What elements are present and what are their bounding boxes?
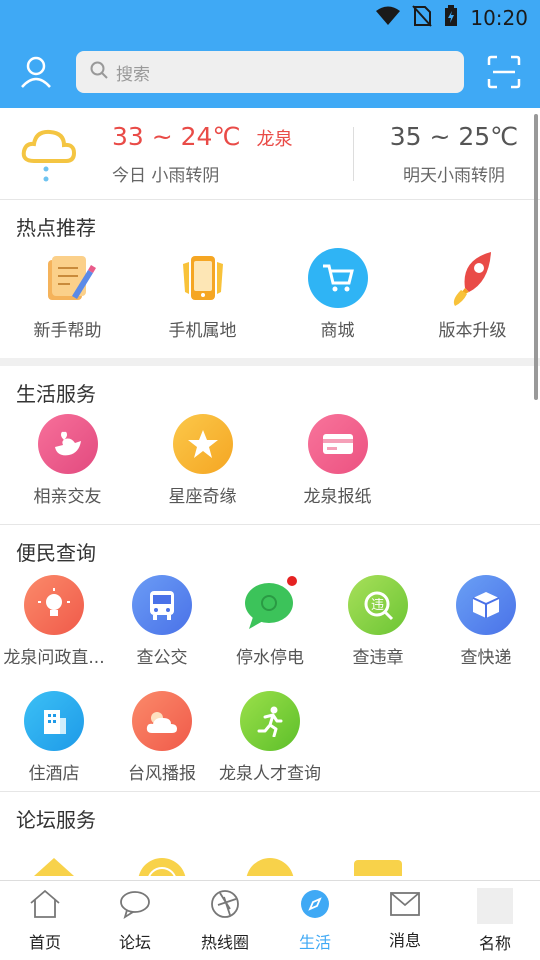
grid-label: 龙泉问政直... <box>3 648 105 668</box>
svg-text:违: 违 <box>371 598 384 613</box>
star-icon <box>172 414 233 474</box>
tab-home[interactable]: 首页 <box>0 881 90 960</box>
bulb-icon <box>24 575 84 635</box>
tab-label: 首页 <box>28 932 61 952</box>
section-separator <box>0 358 540 366</box>
grid-item-help[interactable]: 新手帮助 <box>0 248 135 358</box>
grid-item-hotel[interactable]: 住酒店 <box>0 691 108 791</box>
tab-label: 消息 <box>388 930 421 950</box>
grid-label: 查公交 <box>136 648 188 668</box>
tab-label: 热线圈 <box>200 932 249 952</box>
grid-item-upgrade[interactable]: 版本升级 <box>405 248 540 358</box>
box-icon <box>456 575 516 635</box>
hot-grid: 新手帮助 手机属地 商城 版本升级 <box>0 248 540 358</box>
rocket-icon <box>443 248 503 308</box>
grid-label: 龙泉报纸 <box>303 487 372 507</box>
scan-icon[interactable] <box>484 52 524 92</box>
bird-heart-icon <box>37 414 98 474</box>
scrollbar[interactable] <box>534 114 538 400</box>
grid-item-phone-location[interactable]: 手机属地 <box>135 248 270 358</box>
tab-hotline[interactable]: 热线圈 <box>180 881 270 960</box>
grid-label: 相亲交友 <box>33 487 102 507</box>
grid-item-express[interactable]: 查快递 <box>432 575 540 691</box>
battery-charging-icon <box>444 4 458 32</box>
grid-item-newspaper[interactable]: 龙泉报纸 <box>270 414 405 524</box>
notification-dot <box>286 575 298 587</box>
today-description: 今日 小雨转阴 <box>112 165 220 186</box>
grid-label: 商城 <box>320 321 355 341</box>
bus-icon <box>132 575 192 635</box>
search-input[interactable]: 搜索 <box>76 51 464 93</box>
grid-label: 龙泉人才查询 <box>219 764 321 784</box>
grid-item-dating[interactable]: 相亲交友 <box>0 414 135 524</box>
card-icon <box>307 414 368 474</box>
grid-item-mall[interactable]: 商城 <box>270 248 405 358</box>
clock: 10:20 <box>470 6 528 30</box>
section-title-hot: 热点推荐 <box>16 216 96 240</box>
grid-item-utility-outage[interactable]: 停水停电 <box>216 575 324 691</box>
user-icon[interactable] <box>16 52 56 92</box>
rain-cloud-icon <box>16 119 96 189</box>
forum-icons-partial <box>34 858 402 876</box>
tab-label: 论坛 <box>118 932 151 952</box>
grid-item-talent[interactable]: 龙泉人才查询 <box>216 691 324 791</box>
query-grid-row2: 住酒店 台风播报 龙泉人才查询 <box>0 691 540 791</box>
app-header: 搜索 <box>0 36 540 108</box>
hotel-icon <box>24 691 84 751</box>
tab-forum[interactable]: 论坛 <box>90 881 180 960</box>
status-bar: 10:20 <box>0 0 540 36</box>
weather-panel[interactable]: 33 ~ 24℃ 龙泉 今日 小雨转阴 35 ~ 25℃ 明天小雨转阴 <box>0 108 540 200</box>
tomorrow-temperature: 35 ~ 25℃ <box>389 121 519 151</box>
grid-label: 住酒店 <box>28 764 80 784</box>
compass-icon <box>300 889 330 923</box>
search-icon <box>90 61 108 84</box>
grid-item-bus[interactable]: 查公交 <box>108 575 216 691</box>
grid-label: 手机属地 <box>168 321 237 341</box>
tab-messages[interactable]: 消息 <box>360 881 450 960</box>
section-title-forum: 论坛服务 <box>16 808 96 832</box>
no-sim-icon <box>412 4 433 32</box>
grid-item-typhoon[interactable]: 台风播报 <box>108 691 216 791</box>
forum-grid-partial <box>0 852 540 876</box>
life-grid: 相亲交友 星座奇缘 龙泉报纸 <box>0 414 540 524</box>
grid-item-violation[interactable]: 违 查违章 <box>324 575 432 691</box>
weather-icon <box>132 691 192 751</box>
bottom-tab-bar: 首页 论坛 热线圈 生活 消息 名称 <box>0 880 540 960</box>
home-icon <box>29 889 61 923</box>
chat-icon <box>240 575 300 635</box>
violation-icon: 违 <box>348 575 408 635</box>
grid-label: 星座奇缘 <box>168 487 237 507</box>
tab-label: 生活 <box>298 932 331 952</box>
chat-bubble-icon <box>119 889 151 923</box>
wifi-icon <box>376 6 401 31</box>
aperture-icon <box>210 889 240 923</box>
grid-item-horoscope[interactable]: 星座奇缘 <box>135 414 270 524</box>
search-placeholder: 搜索 <box>116 64 150 85</box>
today-temperature: 33 ~ 24℃ <box>112 121 241 151</box>
phone-icon <box>173 248 233 308</box>
weather-divider <box>353 126 354 181</box>
grid-item-politics[interactable]: 龙泉问政直... <box>0 575 108 691</box>
grid-label: 新手帮助 <box>33 321 102 341</box>
tomorrow-description: 明天小雨转阴 <box>403 165 505 186</box>
runner-icon <box>240 691 300 751</box>
grid-label: 台风播报 <box>128 764 196 784</box>
grid-label: 停水停电 <box>236 648 304 668</box>
mail-icon <box>389 891 421 921</box>
section-title-query: 便民查询 <box>16 541 96 565</box>
scroll-pen-icon <box>38 248 98 308</box>
grid-label: 查快递 <box>460 648 512 668</box>
grid-label: 版本升级 <box>438 321 507 341</box>
tab-profile[interactable]: 名称 <box>450 881 540 960</box>
city-name: 龙泉 <box>256 128 293 150</box>
avatar <box>477 887 513 924</box>
tab-life[interactable]: 生活 <box>270 881 360 960</box>
grid-label: 查违章 <box>352 648 404 668</box>
section-title-life: 生活服务 <box>16 382 96 406</box>
cart-icon <box>307 248 368 308</box>
query-grid-row1: 龙泉问政直... 查公交 停水停电 违 查违章 查快递 <box>0 575 540 691</box>
tab-label: 名称 <box>478 933 511 953</box>
